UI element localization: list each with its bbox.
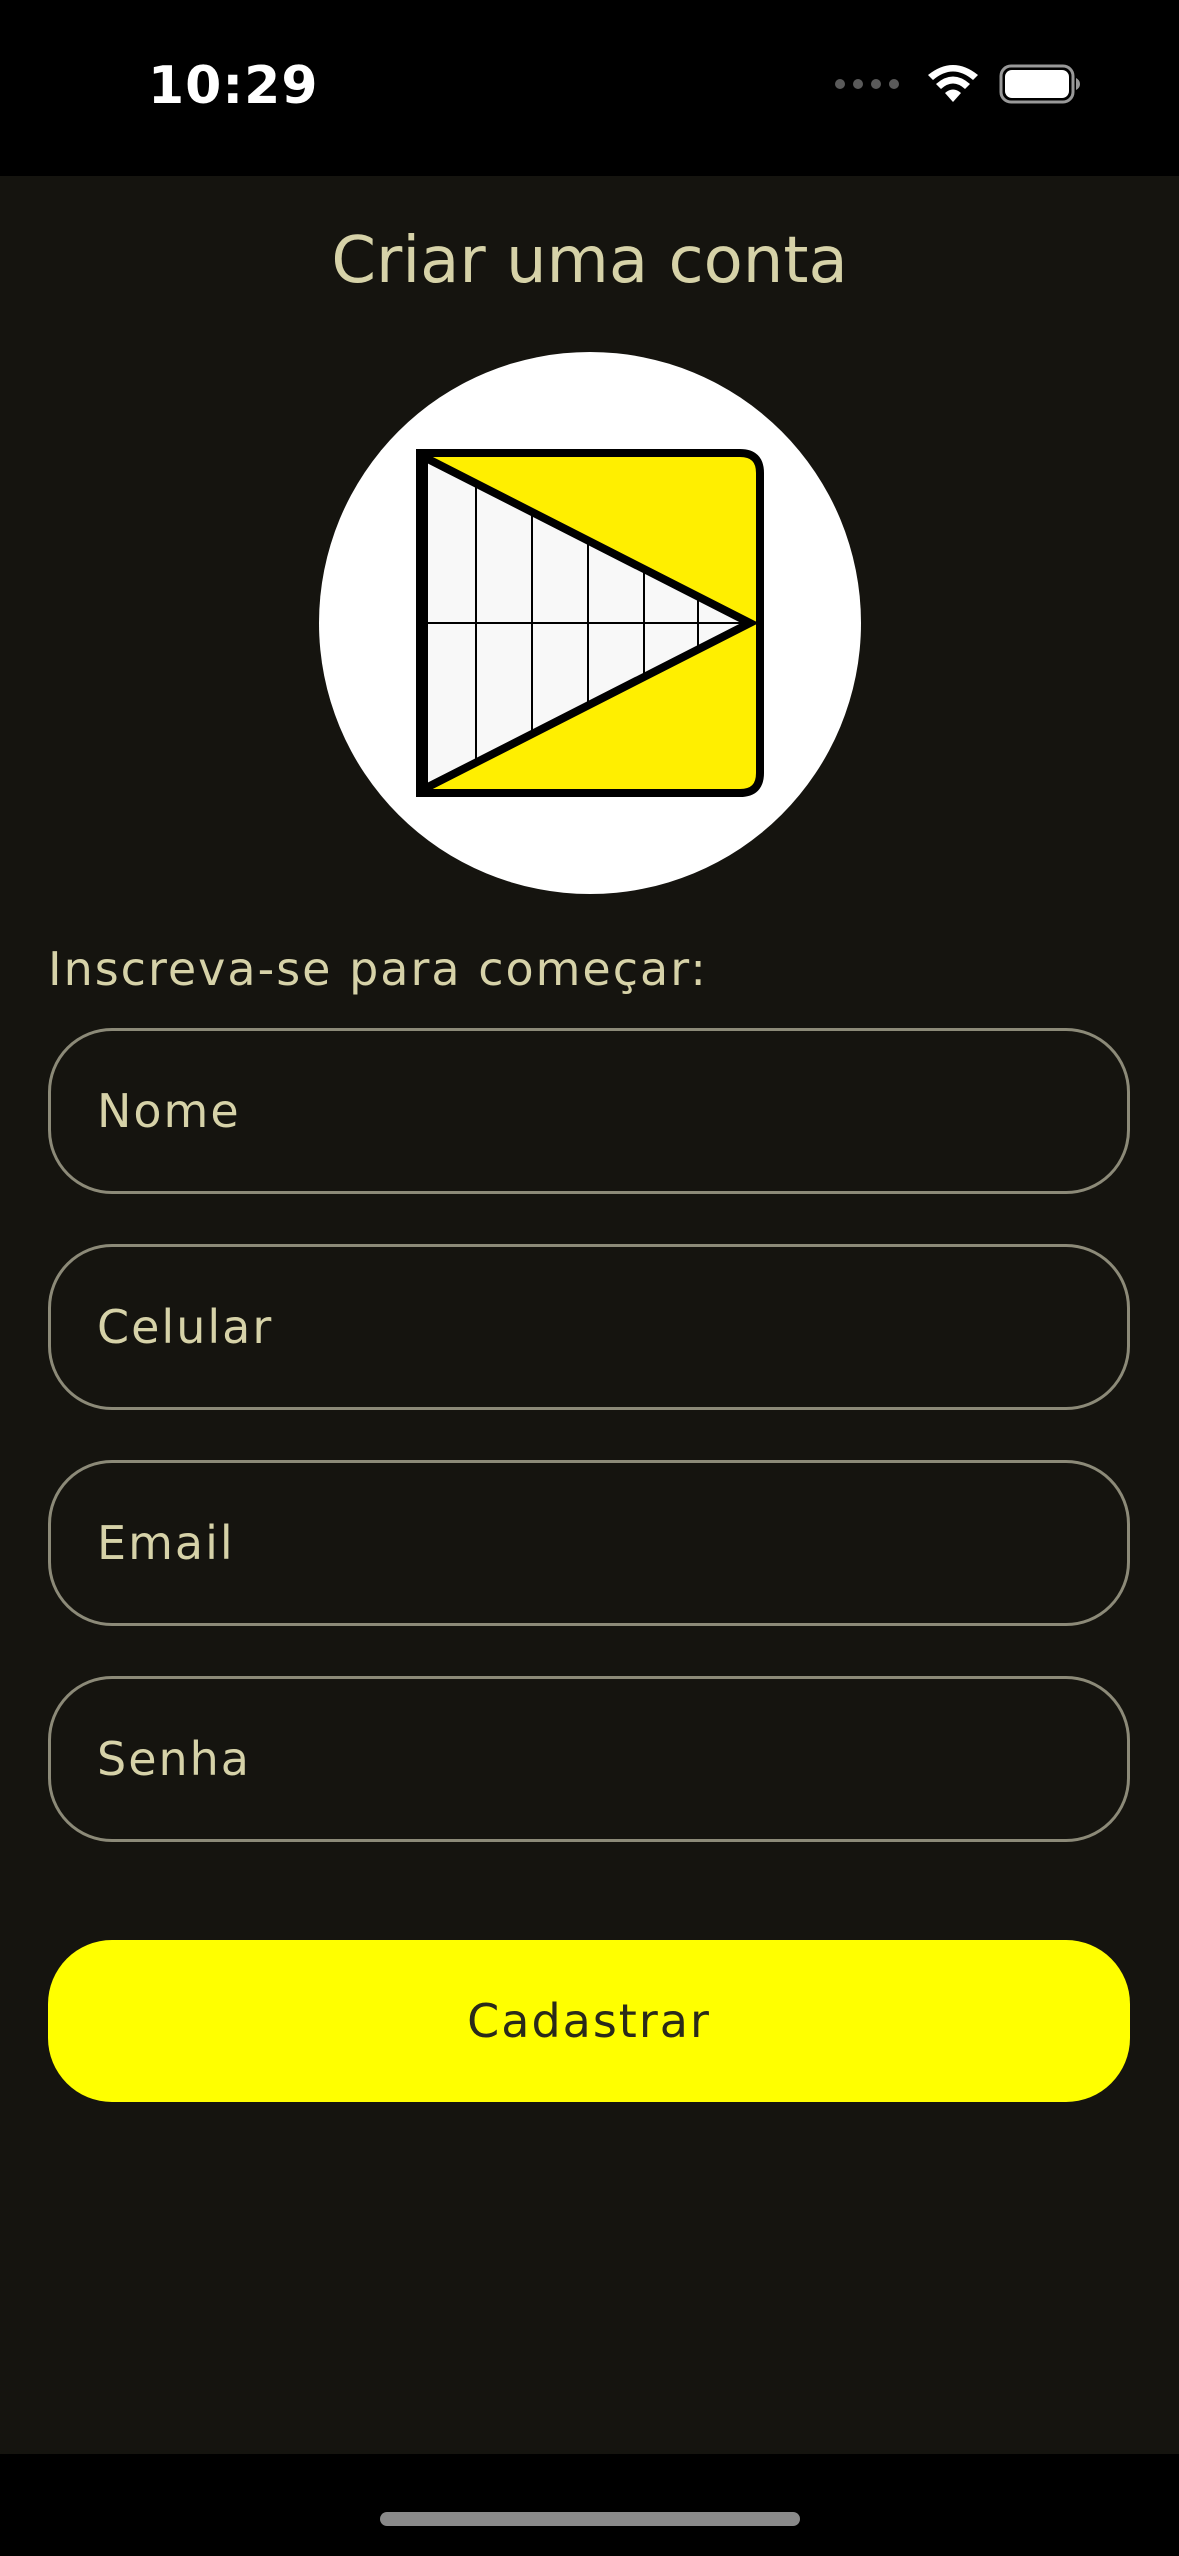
password-input[interactable] (51, 1679, 1127, 1839)
page-title: Criar uma conta (331, 224, 848, 298)
app-logo-icon (416, 449, 764, 797)
logo-container (319, 352, 861, 894)
status-time: 10:29 (148, 56, 319, 116)
status-bar: 10:29 (0, 0, 1179, 176)
email-field[interactable] (48, 1460, 1130, 1626)
register-button[interactable]: Cadastrar (48, 1940, 1130, 2102)
name-input[interactable] (51, 1031, 1127, 1191)
home-indicator[interactable] (380, 2512, 800, 2526)
signup-prompt: Inscreva-se para começar: (48, 942, 708, 996)
status-icons (835, 64, 1081, 104)
wifi-icon (928, 65, 978, 102)
signup-screen: 10:29 Criar uma conta Inscreva-se para c… (0, 0, 1179, 2556)
bottom-safe-area (0, 2454, 1179, 2556)
email-input[interactable] (51, 1463, 1127, 1623)
name-field[interactable] (48, 1028, 1130, 1194)
password-field[interactable] (48, 1676, 1130, 1842)
battery-icon (999, 64, 1080, 104)
phone-field[interactable] (48, 1244, 1130, 1410)
phone-input[interactable] (51, 1247, 1127, 1407)
cellular-signal-icon (835, 79, 899, 89)
